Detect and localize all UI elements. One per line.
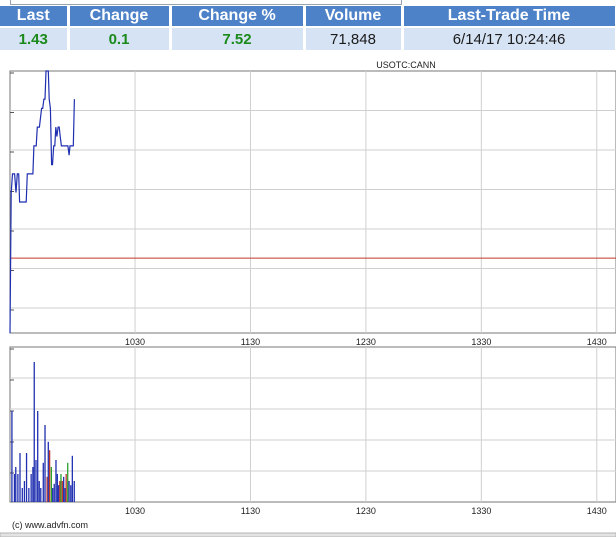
volume-x-axis-labels: 1030 1130 1230 1330 1430 (125, 506, 607, 516)
price-x-tick-label: 1430 (587, 337, 607, 347)
chart-canvas: USOTC:CANN 1030 1130 1230 1330 1430 1030 1130… (0, 60, 616, 537)
price-x-axis-labels: 1030 1130 1230 1330 1430 (125, 337, 607, 347)
copyright-text: (c) www.advfn.com (12, 520, 88, 530)
volume-chart: 1030 1130 1230 1330 1430 (9, 346, 616, 516)
price-x-tick-label: 1230 (356, 337, 376, 347)
chart-symbol-title: USOTC:CANN (376, 60, 436, 70)
price-x-tick-label: 1130 (241, 337, 260, 347)
bottom-scrollbar[interactable] (0, 532, 616, 537)
volume-x-tick-label: 1030 (125, 506, 145, 516)
price-chart: USOTC:CANN 1030 1130 1230 1330 1430 (9, 60, 616, 347)
price-x-tick-label: 1330 (471, 337, 491, 347)
volume-x-tick-label: 1330 (471, 506, 491, 516)
volume-plot-frame (9, 346, 616, 503)
price-x-tick-label: 1030 (125, 337, 145, 347)
volume-x-tick-label: 1430 (587, 506, 607, 516)
volume-x-tick-label: 1130 (241, 506, 260, 516)
volume-x-tick-label: 1230 (356, 506, 376, 516)
